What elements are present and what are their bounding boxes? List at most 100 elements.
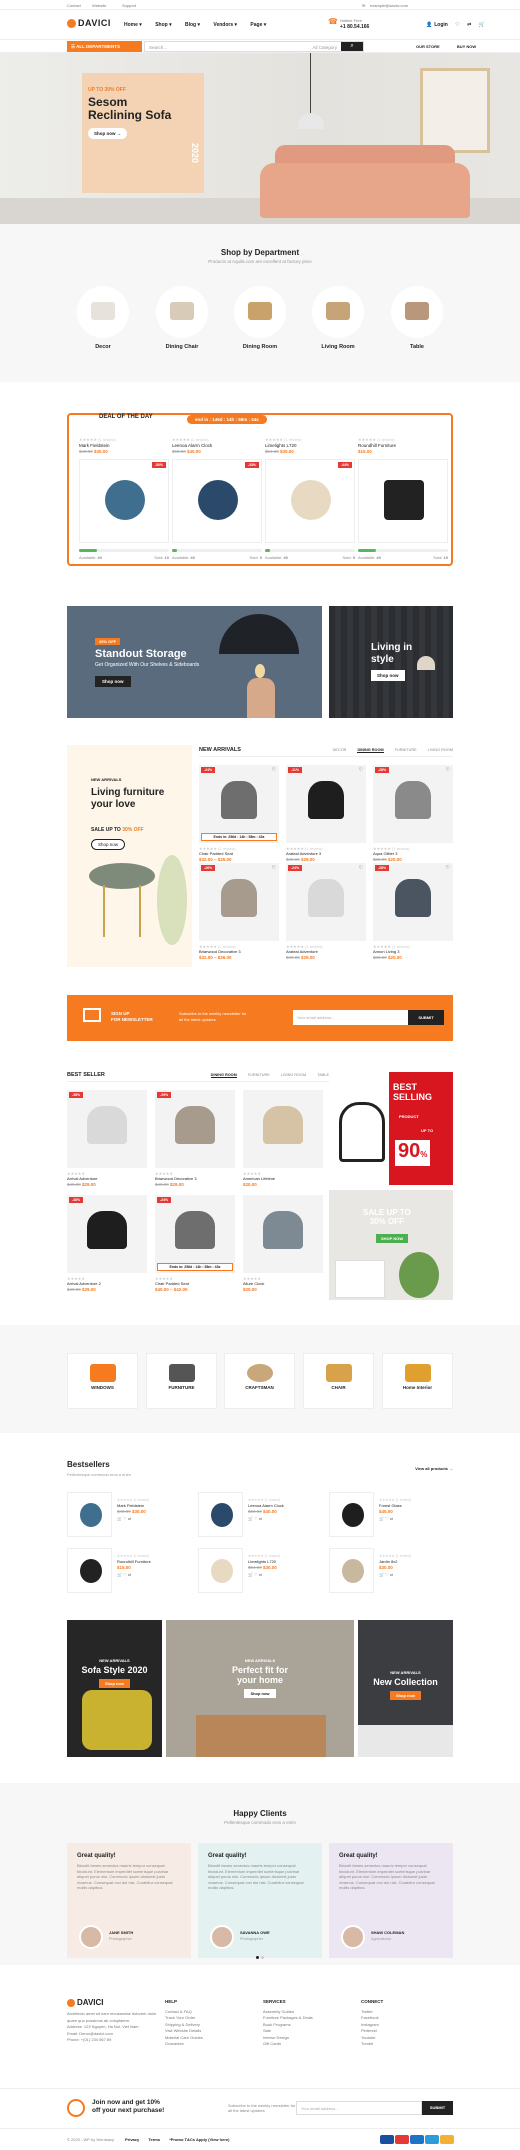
- footer-phone[interactable]: Phone: +(01) 234 567 89: [67, 2037, 167, 2044]
- product-image[interactable]: -38%: [67, 1090, 147, 1168]
- compare-icon[interactable]: ⇄: [259, 1516, 262, 1521]
- brand-logo[interactable]: CHAIR: [303, 1353, 374, 1409]
- view-all-products-link[interactable]: View all products →: [415, 1466, 453, 1471]
- wishlist-icon[interactable]: ♡: [123, 1516, 127, 1521]
- product-name[interactable]: Arateal Adventure: [286, 949, 366, 954]
- topbar-email[interactable]: example@davici.com: [370, 3, 408, 8]
- product-image[interactable]: -44%: [265, 459, 355, 543]
- list-item[interactable]: ★★★★★ (1 review) Roundhill Furniture $15.…: [67, 1548, 191, 1593]
- buy-now-link[interactable]: BUY NOW: [457, 44, 476, 49]
- wishlist-icon[interactable]: ♡: [272, 865, 276, 871]
- promo-shop-button[interactable]: Shop now: [98, 1679, 131, 1688]
- sale-ad-button[interactable]: SHOP NOW: [376, 1234, 409, 1243]
- footer-link[interactable]: Tumblr: [361, 2041, 383, 2048]
- compare-icon[interactable]: ⇄: [390, 1572, 393, 1577]
- product-name[interactable]: Limelights L720: [265, 443, 355, 448]
- product-image[interactable]: -33%: [172, 459, 262, 543]
- footer-link[interactable]: Visit Website Details: [165, 2028, 203, 2035]
- our-store-link[interactable]: OUR STORE: [416, 44, 440, 49]
- site-logo[interactable]: DAVICI: [67, 18, 111, 29]
- wishlist-icon[interactable]: ♡: [272, 767, 276, 773]
- wishlist-icon[interactable]: ♡: [446, 865, 450, 871]
- product-image[interactable]: [67, 1548, 112, 1593]
- deal-product-card[interactable]: ★★★★★ (1 review) Roundhill Furniture $15.…: [358, 437, 448, 562]
- tab-furniture[interactable]: FURNITURE: [248, 1073, 270, 1077]
- product-name[interactable]: Briarwood Decorative 3: [155, 1176, 235, 1181]
- product-image[interactable]: [67, 1492, 112, 1537]
- product-name[interactable]: Aqua Glitter 3: [373, 851, 453, 856]
- footer-link[interactable]: Gift Cards: [263, 2041, 313, 2048]
- carousel-dot[interactable]: [256, 1956, 259, 1959]
- list-item[interactable]: ★★★★★ (1 review) Forest Glass $45.00 🛒 ♡ ⇄: [329, 1492, 453, 1537]
- promo-shop-button[interactable]: Shop now: [389, 1691, 422, 1700]
- product-card[interactable]: -28% ♡ ★★★★★ (1 review) Annon Living 3 $33.0…: [373, 863, 453, 960]
- newsletter-submit-button[interactable]: SUBMIT: [408, 1010, 444, 1025]
- product-image[interactable]: [329, 1492, 374, 1537]
- tab-living-room[interactable]: LIVING ROOM: [281, 1073, 306, 1077]
- product-name[interactable]: Briarwood Decorative 3: [199, 949, 279, 954]
- deal-product-card[interactable]: ★★★★★ (1 review) Limelights L720 $54.00 $3…: [265, 437, 355, 562]
- department-item[interactable]: Dining Room: [231, 286, 289, 350]
- promo-shop-button[interactable]: Shop now: [244, 1689, 276, 1698]
- deal-product-card[interactable]: ★★★★★ (1 review) Leenoa Alarm Clock $60.00…: [172, 437, 262, 562]
- nav-blog[interactable]: Blog ▾: [185, 22, 200, 28]
- tab-decor[interactable]: DECOR: [333, 748, 347, 752]
- product-name[interactable]: Limelights L720: [248, 1559, 280, 1564]
- newsletter-email-input[interactable]: Your email address...: [293, 1010, 408, 1025]
- join-submit-button[interactable]: SUBMIT: [422, 2101, 453, 2115]
- product-image[interactable]: -24% ♡ Ends in: 256d : 14h : 58m : 43s: [199, 765, 279, 843]
- product-image[interactable]: [358, 459, 448, 543]
- product-card[interactable]: -38% ★★★★★ Arrival Adventure 2 $40.00 $29.0…: [67, 1195, 147, 1292]
- product-name[interactable]: Leenoa Alarm Clock: [248, 1503, 284, 1508]
- product-image[interactable]: [198, 1492, 243, 1537]
- product-card[interactable]: -11% ♡ ★★★★★ (1 review) Arateal Adventure 3…: [286, 765, 366, 862]
- compare-icon[interactable]: ⇄: [467, 22, 471, 28]
- wishlist-icon[interactable]: ♡: [254, 1516, 258, 1521]
- product-name[interactable]: Arateal Adventure 3: [286, 851, 366, 856]
- product-image[interactable]: -29%: [155, 1090, 235, 1168]
- product-image[interactable]: [198, 1548, 243, 1593]
- nav-shop[interactable]: Shop ▾: [155, 22, 171, 28]
- search-button[interactable]: ⌕: [341, 42, 363, 51]
- cart-icon[interactable]: 🛒: [479, 22, 485, 28]
- product-card[interactable]: -28% ♡ ★★★★★ (1 review) Aqua Glitter 3 $33.0…: [373, 765, 453, 862]
- product-card[interactable]: -24% Ends in: 256d : 14h : 58m : 43s ★★★★★…: [155, 1195, 235, 1292]
- topbar-link-website[interactable]: Website: [92, 3, 106, 8]
- product-image[interactable]: [243, 1195, 323, 1273]
- tab-table[interactable]: TABLE: [317, 1073, 329, 1077]
- hotline-number[interactable]: +1 80.54.166: [340, 24, 369, 30]
- brand-logo[interactable]: Home Interior: [382, 1353, 453, 1409]
- topbar-link-support[interactable]: Support: [122, 3, 136, 8]
- list-item[interactable]: ★★★★★ (1 review) Jardin 8x2 $30.00 🛒 ♡ ⇄: [329, 1548, 453, 1593]
- wishlist-icon[interactable]: ♡: [385, 1516, 389, 1521]
- department-item[interactable]: Dining Chair: [153, 286, 211, 350]
- product-image[interactable]: -11% ♡: [286, 765, 366, 843]
- product-name[interactable]: Jardin 8x2: [379, 1559, 411, 1564]
- cart-icon[interactable]: 🛒: [248, 1572, 253, 1577]
- living-style-banner[interactable]: Living in style Shop now: [329, 606, 453, 718]
- footer-link[interactable]: Furniture Packages & Deals: [263, 2015, 313, 2022]
- promo-terms-link[interactable]: *Promo T&Cs Apply (View here): [169, 2137, 229, 2142]
- product-image[interactable]: -26% ♡: [199, 863, 279, 941]
- department-item[interactable]: Living Room: [309, 286, 367, 350]
- cart-icon[interactable]: 🛒: [379, 1516, 384, 1521]
- product-card[interactable]: -26% ♡ ★★★★★ (1 review) Briarwood Decorativ…: [199, 863, 279, 960]
- tab-living-room[interactable]: LIVING ROOM: [428, 748, 453, 752]
- cart-icon[interactable]: 🛒: [379, 1572, 384, 1577]
- footer-logo[interactable]: DAVICI: [67, 1999, 167, 2007]
- product-name[interactable]: Roundhill Furniture: [358, 443, 448, 448]
- best-selling-ad[interactable]: BEST SELLING PRODUCT UP TO 90%: [329, 1072, 453, 1185]
- nav-vendors[interactable]: Vendors ▾: [213, 22, 237, 28]
- join-email-input[interactable]: Your email address...: [296, 2101, 422, 2115]
- product-name[interactable]: Forest Glass: [379, 1503, 411, 1508]
- product-image[interactable]: [243, 1090, 323, 1168]
- living-style-shop-button[interactable]: Shop now: [371, 670, 405, 681]
- product-card[interactable]: ★★★★★ American Lifetime $20.00: [243, 1090, 323, 1187]
- product-name[interactable]: Mark Fieldstein: [79, 443, 169, 448]
- wishlist-icon[interactable]: ♡: [359, 865, 363, 871]
- product-name[interactable]: Arrival Adventure 2: [67, 1281, 147, 1286]
- promo-shop-button[interactable]: Shop now: [91, 839, 126, 850]
- new-collection-promo[interactable]: NEW ARRIVALS New Collection Shop now: [358, 1620, 453, 1757]
- hero-shop-button[interactable]: Shop now →: [88, 128, 128, 139]
- footer-link[interactable]: Guarantee: [165, 2041, 203, 2048]
